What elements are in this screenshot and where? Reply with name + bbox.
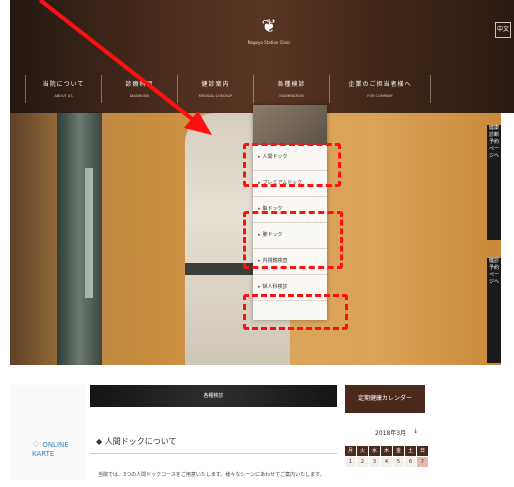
day-cell[interactable]: 6 — [405, 457, 416, 467]
weekday-cell: 日 — [417, 446, 428, 456]
day-cell[interactable]: 3 — [369, 457, 380, 467]
weekday-cell: 木 — [381, 446, 392, 456]
day-cell[interactable]: 1 — [345, 457, 356, 467]
divider — [90, 453, 337, 454]
calendar-header[interactable]: 定期健康カレンダー — [345, 385, 425, 413]
body-text: 当院では、3つの人間ドックコースをご用意いたします。様々なシーンにあわせてご案内… — [98, 472, 325, 478]
section-heading: ◆ 人間ドックについて — [96, 437, 177, 446]
section-title-bar: 各種検診 — [90, 385, 337, 407]
weekday-cell: 土 — [405, 446, 416, 456]
day-cell[interactable]: 5 — [393, 457, 404, 467]
day-cell[interactable]: 4 — [381, 457, 392, 467]
heading-text: 人間ドックについて — [104, 437, 177, 446]
day-cell[interactable]: 2 — [357, 457, 368, 467]
weekday-cell: 火 — [357, 446, 368, 456]
calendar-next-button[interactable]: ↓ — [413, 428, 418, 435]
karte-logo: ♢ ONLINE KARTE — [32, 440, 85, 458]
day-cell[interactable]: 7 — [417, 457, 428, 467]
weekday-cell: 金 — [393, 446, 404, 456]
weekday-cell: 水 — [369, 446, 380, 456]
calendar-month: 2018年3月 — [375, 430, 407, 437]
calendar-grid: 月 火 水 木 金 土 日 1 2 3 4 5 6 7 — [345, 446, 428, 467]
drop-icon: ♢ — [32, 440, 41, 450]
online-karte-banner[interactable]: ♢ ONLINE KARTE — [10, 385, 85, 480]
weekday-cell: 月 — [345, 446, 356, 456]
